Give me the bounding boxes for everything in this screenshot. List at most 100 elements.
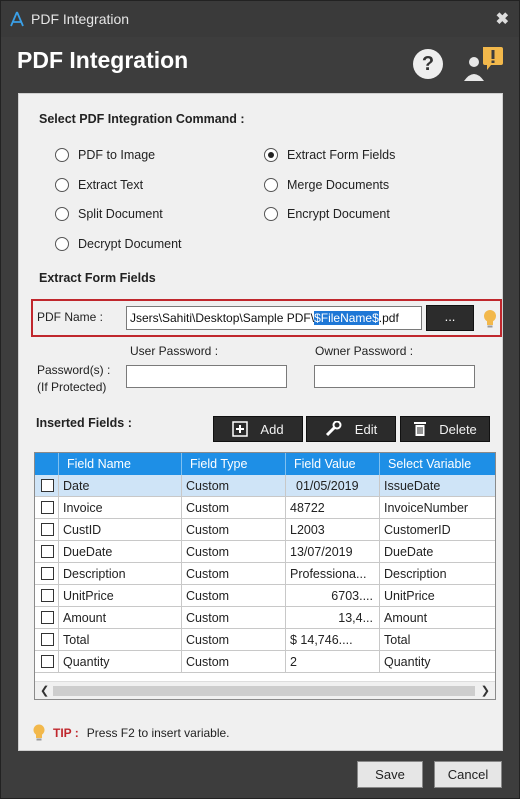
table-cell-value[interactable]: 13/07/2019: [286, 541, 380, 563]
table-cell-name[interactable]: UnitPrice: [59, 585, 182, 607]
radio-indicator[interactable]: [55, 237, 69, 251]
table-cell-value[interactable]: 13,4...: [286, 607, 380, 629]
browse-button[interactable]: ...: [426, 305, 474, 331]
radio-extract-form-fields[interactable]: Extract Form Fields: [264, 148, 395, 162]
table-cell-variable[interactable]: IssueDate: [380, 475, 495, 497]
row-checkbox[interactable]: [41, 589, 54, 602]
radio-indicator[interactable]: [55, 178, 69, 192]
command-section-title: Select PDF Integration Command :: [39, 112, 245, 126]
support-icon[interactable]: [461, 45, 505, 83]
bulb-icon: [484, 310, 496, 328]
radio-decrypt-document[interactable]: Decrypt Document: [55, 237, 182, 251]
table-cell-variable[interactable]: Amount: [380, 607, 495, 629]
add-button[interactable]: Add: [213, 416, 303, 442]
help-icon[interactable]: ?: [413, 49, 443, 79]
radio-pdf-to-image[interactable]: PDF to Image: [55, 148, 155, 162]
if-protected-label: (If Protected): [37, 380, 107, 394]
horizontal-scrollbar[interactable]: ❮ ❯: [35, 681, 495, 699]
table-cell-name[interactable]: Description: [59, 563, 182, 585]
table-row[interactable]: Invoice Custom 48722 InvoiceNumber: [35, 497, 495, 519]
table-cell-name[interactable]: DueDate: [59, 541, 182, 563]
column-header-select-variable[interactable]: Select Variable: [380, 453, 495, 475]
radio-encrypt-document[interactable]: Encrypt Document: [264, 207, 390, 221]
radio-merge-documents[interactable]: Merge Documents: [264, 178, 389, 192]
table-cell-variable[interactable]: Quantity: [380, 651, 495, 673]
save-button[interactable]: Save: [357, 761, 423, 788]
owner-password-input[interactable]: [314, 365, 475, 388]
radio-label: Encrypt Document: [287, 207, 390, 221]
row-checkbox[interactable]: [41, 479, 54, 492]
pdf-name-input[interactable]: Jsers\Sahiti\Desktop\Sample PDF\$FileNam…: [126, 306, 422, 330]
table-cell-value[interactable]: Professiona...: [286, 563, 380, 585]
table-cell-type[interactable]: Custom: [182, 563, 286, 585]
table-row[interactable]: DueDate Custom 13/07/2019 DueDate: [35, 541, 495, 563]
table-cell-name[interactable]: Total: [59, 629, 182, 651]
row-checkbox[interactable]: [41, 501, 54, 514]
radio-indicator-selected[interactable]: [264, 148, 278, 162]
table-cell-value[interactable]: L2003: [286, 519, 380, 541]
radio-indicator[interactable]: [264, 207, 278, 221]
add-button-label: Add: [260, 421, 284, 437]
inserted-fields-title: Inserted Fields :: [36, 416, 132, 430]
row-checkbox[interactable]: [41, 523, 54, 536]
row-checkbox[interactable]: [41, 633, 54, 646]
table-cell-type[interactable]: Custom: [182, 497, 286, 519]
table-cell-value[interactable]: 01/05/2019: [286, 475, 380, 497]
delete-button-label: Delete: [439, 421, 477, 437]
table-cell-name[interactable]: Invoice: [59, 497, 182, 519]
table-cell-variable[interactable]: DueDate: [380, 541, 495, 563]
table-row[interactable]: Description Custom Professiona... Descripti…: [35, 563, 495, 585]
table-row[interactable]: Quantity Custom 2 Quantity: [35, 651, 495, 673]
user-password-label: User Password :: [130, 344, 219, 358]
scrollbar-thumb[interactable]: [53, 686, 475, 696]
table-cell-value[interactable]: 48722: [286, 497, 380, 519]
table-cell-type[interactable]: Custom: [182, 585, 286, 607]
edit-button[interactable]: Edit: [306, 416, 396, 442]
table-row[interactable]: UnitPrice Custom 6703.... UnitPrice: [35, 585, 495, 607]
column-header-field-name[interactable]: Field Name: [59, 453, 182, 475]
table-cell-type[interactable]: Custom: [182, 651, 286, 673]
table-cell-variable[interactable]: UnitPrice: [380, 585, 495, 607]
radio-split-document[interactable]: Split Document: [55, 207, 163, 221]
table-row[interactable]: CustID Custom L2003 CustomerID: [35, 519, 495, 541]
table-cell-type[interactable]: Custom: [182, 541, 286, 563]
table-cell-name[interactable]: CustID: [59, 519, 182, 541]
column-header-field-value[interactable]: Field Value: [286, 453, 380, 475]
table-cell-variable[interactable]: Description: [380, 563, 495, 585]
table-cell-value[interactable]: $ 14,746....: [286, 629, 380, 651]
radio-indicator[interactable]: [264, 178, 278, 192]
table-row[interactable]: Total Custom $ 14,746.... Total: [35, 629, 495, 651]
radio-indicator[interactable]: [55, 148, 69, 162]
row-checkbox[interactable]: [41, 655, 54, 668]
app-logo-icon: [10, 11, 24, 27]
table-cell-type[interactable]: Custom: [182, 519, 286, 541]
table-cell-variable[interactable]: InvoiceNumber: [380, 497, 495, 519]
table-cell-name[interactable]: Date: [59, 475, 182, 497]
user-password-input[interactable]: [126, 365, 287, 388]
table-cell-variable[interactable]: Total: [380, 629, 495, 651]
close-icon[interactable]: ✖: [496, 9, 509, 29]
row-checkbox[interactable]: [41, 545, 54, 558]
column-header-field-type[interactable]: Field Type: [182, 453, 286, 475]
table-cell-value[interactable]: 2: [286, 651, 380, 673]
delete-button[interactable]: Delete: [400, 416, 490, 442]
radio-extract-text[interactable]: Extract Text: [55, 178, 143, 192]
scroll-left-icon[interactable]: ❮: [40, 684, 49, 697]
table-cell-variable[interactable]: CustomerID: [380, 519, 495, 541]
row-checkbox-cell: [35, 541, 59, 563]
table-row[interactable]: Date Custom 01/05/2019 IssueDate: [35, 475, 495, 497]
table-cell-type[interactable]: Custom: [182, 629, 286, 651]
row-checkbox[interactable]: [41, 611, 54, 624]
table-cell-type[interactable]: Custom: [182, 607, 286, 629]
title-bar[interactable]: PDF Integration ✖: [1, 1, 519, 37]
dialog-header: PDF Integration ?: [1, 37, 519, 91]
row-checkbox[interactable]: [41, 567, 54, 580]
table-row[interactable]: Amount Custom 13,4... Amount: [35, 607, 495, 629]
table-cell-type[interactable]: Custom: [182, 475, 286, 497]
table-cell-value[interactable]: 6703....: [286, 585, 380, 607]
cancel-button[interactable]: Cancel: [434, 761, 502, 788]
radio-indicator[interactable]: [55, 207, 69, 221]
table-cell-name[interactable]: Amount: [59, 607, 182, 629]
table-cell-name[interactable]: Quantity: [59, 651, 182, 673]
scroll-right-icon[interactable]: ❯: [481, 684, 490, 697]
